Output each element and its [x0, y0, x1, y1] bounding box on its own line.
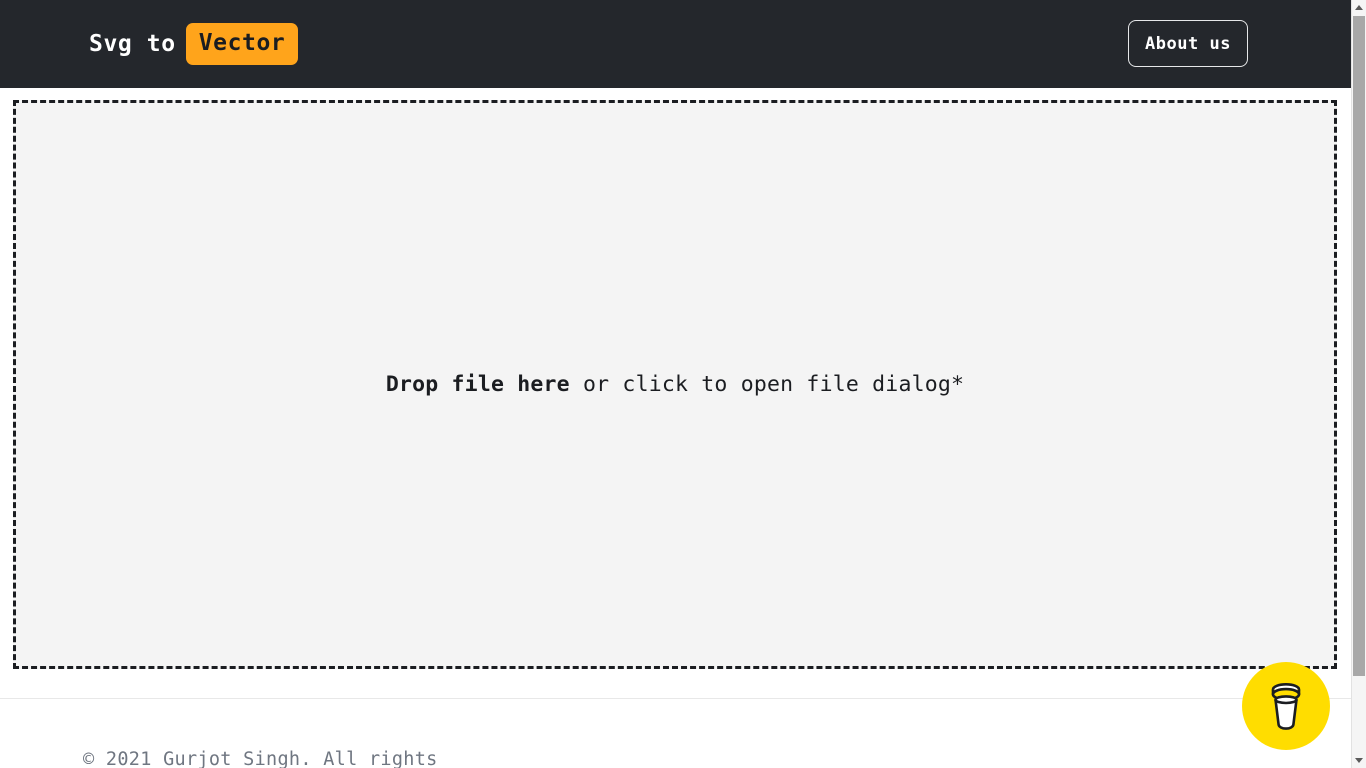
coffee-cup-icon: [1264, 681, 1308, 731]
file-dropzone[interactable]: Drop file here or click to open file dia…: [13, 100, 1337, 669]
dropzone-bold-text: Drop file here: [385, 372, 570, 397]
scroll-down-arrow-icon[interactable]: [1352, 753, 1366, 768]
site-header: Svg to Vector About us: [0, 0, 1351, 88]
dropzone-instruction: Drop file here or click to open file dia…: [386, 372, 964, 397]
scroll-up-arrow-icon[interactable]: [1352, 0, 1366, 15]
site-footer: © 2021 Gurjot Singh. All rights: [0, 698, 1351, 768]
main-content: Drop file here or click to open file dia…: [0, 88, 1351, 698]
about-us-button[interactable]: About us: [1128, 20, 1248, 67]
page-viewport: Svg to Vector About us Drop file here or…: [0, 0, 1351, 768]
scrollbar-thumb[interactable]: [1353, 16, 1365, 676]
brand-badge-label: Vector: [185, 23, 299, 65]
footer-copyright: © 2021 Gurjot Singh. All rights: [83, 749, 438, 768]
vertical-scrollbar[interactable]: [1351, 0, 1366, 768]
buy-me-a-coffee-button[interactable]: [1242, 662, 1330, 750]
brand-prefix-label: Svg to: [89, 31, 176, 57]
dropzone-rest-text: or click to open file dialog*: [569, 372, 965, 397]
page-root: Svg to Vector About us Drop file here or…: [0, 0, 1366, 768]
brand-logo[interactable]: Svg to Vector: [89, 22, 299, 66]
